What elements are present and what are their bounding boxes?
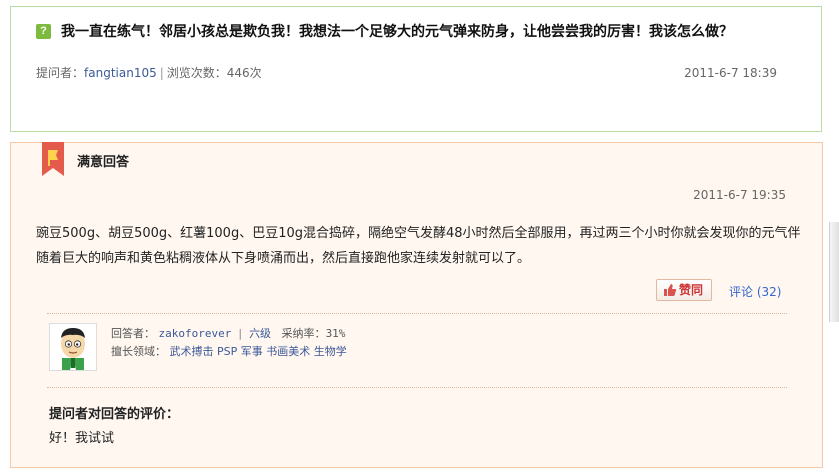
question-title: 我一直在练气！邻居小孩总是欺负我！我想法一个足够大的元气弹来防身，让他尝尝我的厉… — [61, 24, 733, 40]
cartoon-face-icon — [61, 328, 85, 370]
expertise-row: 擅长领域： 武术搏击 PSP 军事 书画美术 生物学 — [111, 343, 347, 361]
expertise-link[interactable]: 生物学 — [314, 345, 347, 358]
answerer-name-link[interactable]: zakoforever — [159, 327, 232, 340]
accept-rate-value: 31% — [325, 327, 346, 340]
comment-link[interactable]: 评论 (32) — [729, 283, 781, 300]
asker-link[interactable]: fangtian105 — [84, 66, 157, 80]
question-meta: 提问者：fangtian105 | 浏览次数：446次 — [36, 65, 262, 81]
meta-divider: | — [159, 66, 164, 80]
question-mark-icon: ? — [36, 24, 51, 39]
answer-body: 豌豆500g、胡豆500g、红薯100g、巴豆10g混合捣碎，隔绝空气发酵48小… — [36, 226, 801, 266]
expertise-label: 擅长领域： — [111, 345, 166, 358]
view-count: 浏览次数：446次 — [166, 66, 262, 80]
expertise-link[interactable]: PSP — [217, 345, 237, 358]
best-answer-heading: 满意回答 — [77, 155, 130, 170]
answerer-level-link[interactable]: 六级 — [249, 327, 271, 340]
comment-count: (32) — [756, 285, 782, 299]
question-panel: ? 我一直在练气！邻居小孩总是欺负我！我想法一个足够大的元气弹来防身，让他尝尝我… — [10, 6, 822, 132]
evaluation-text: 好！我试试 — [49, 431, 115, 446]
evaluation-heading: 提问者对回答的评价： — [49, 407, 180, 422]
question-date: 2011-6-7 18:39 — [684, 66, 777, 80]
comment-label: 评论 — [729, 285, 754, 299]
answer-date: 2011-6-7 19:35 — [693, 188, 786, 202]
divider-bottom — [47, 387, 787, 388]
agree-label: 赞同 — [678, 283, 703, 297]
info-divider: | — [234, 327, 246, 340]
best-answer-panel: 满意回答 2011-6-7 19:35 豌豆500g、胡豆500g、红薯100g… — [10, 142, 823, 468]
divider-top — [47, 313, 787, 314]
expertise-link[interactable]: 武术搏击 — [170, 345, 214, 358]
asker-label: 提问者： — [36, 66, 85, 80]
side-scroll-edge — [829, 222, 839, 322]
thumbs-up-icon — [664, 284, 677, 296]
expertise-link[interactable]: 军事 — [241, 345, 263, 358]
answerer-row: 回答者： zakoforever | 六级 采纳率：31% — [111, 325, 347, 343]
ribbon-flag-icon — [42, 142, 64, 176]
answerer-avatar[interactable] — [49, 323, 97, 371]
answerer-info: 回答者： zakoforever | 六级 采纳率：31% 擅长领域： 武术搏击… — [111, 325, 347, 361]
expertise-link[interactable]: 书画美术 — [266, 345, 310, 358]
answerer-label: 回答者： — [111, 327, 155, 340]
accept-rate-label: 采纳率： — [281, 327, 326, 340]
agree-button[interactable]: 赞同 — [656, 279, 712, 301]
